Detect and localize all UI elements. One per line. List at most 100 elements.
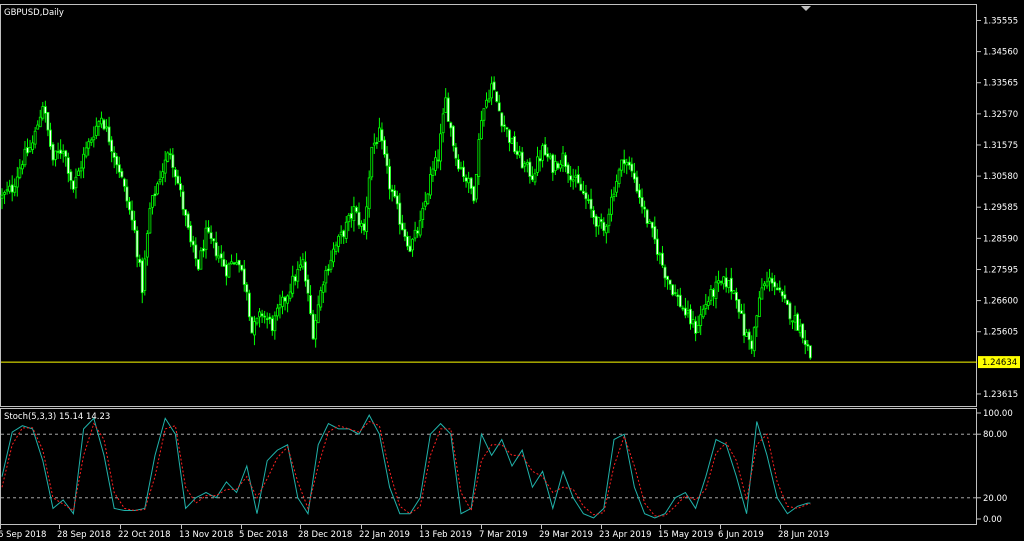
candle	[10, 175, 14, 202]
candle	[449, 121, 453, 137]
candle	[773, 275, 777, 296]
stoch-tick-label: 0.00	[983, 515, 1002, 525]
candle	[574, 169, 578, 188]
candle	[451, 125, 455, 152]
candle	[314, 314, 318, 348]
candle	[270, 315, 274, 336]
stoch-panel-frame	[0, 408, 977, 525]
candle	[564, 152, 567, 173]
candle	[145, 230, 149, 266]
candle	[253, 315, 256, 346]
candle	[125, 179, 129, 208]
candle	[337, 234, 341, 253]
candle	[714, 275, 718, 309]
candle	[357, 202, 361, 229]
candle	[612, 186, 616, 202]
price-tick-label: 1.25605	[983, 328, 1018, 338]
date-tick-label: 7 Mar 2019	[479, 530, 527, 540]
candle	[421, 202, 425, 229]
candle	[321, 281, 325, 304]
candle	[706, 296, 710, 310]
candle	[8, 179, 12, 194]
candle	[431, 160, 435, 183]
candle	[194, 237, 198, 267]
candle	[615, 174, 618, 198]
candle	[97, 120, 101, 137]
candle	[627, 156, 631, 170]
candle	[383, 136, 386, 158]
candle	[553, 154, 557, 175]
candle	[701, 304, 705, 319]
candle	[668, 279, 672, 290]
candle	[196, 259, 200, 271]
candle	[727, 280, 731, 294]
date-tick-label: 22 Jan 2019	[359, 530, 410, 540]
candle	[291, 265, 295, 298]
candle	[418, 210, 422, 238]
candle	[780, 289, 784, 302]
candle	[18, 159, 22, 180]
candle	[462, 160, 465, 182]
candle	[59, 139, 63, 159]
candle	[643, 200, 646, 218]
shift-marker-icon[interactable]	[801, 6, 811, 11]
price-axis: 1.35555 1.34560 1.33565 1.32570 1.31575 1.305…	[1, 16, 1020, 400]
candle	[13, 178, 17, 197]
candle	[163, 151, 167, 183]
candle	[793, 305, 797, 331]
candle	[316, 295, 320, 324]
candle	[533, 168, 537, 186]
candle	[755, 314, 759, 337]
candle	[411, 238, 414, 257]
candle	[278, 294, 282, 319]
candle	[143, 250, 147, 296]
candle	[286, 294, 290, 313]
candle	[732, 290, 736, 295]
candle	[51, 142, 55, 166]
candle	[186, 211, 190, 230]
candle	[332, 242, 335, 268]
candle	[61, 144, 65, 163]
candle	[166, 151, 170, 163]
candle	[729, 267, 733, 300]
candle	[686, 300, 690, 318]
candle	[237, 259, 241, 273]
candle	[663, 264, 667, 288]
candle	[717, 270, 720, 292]
candle	[176, 169, 180, 185]
candle	[763, 280, 766, 291]
candle	[128, 196, 131, 215]
candle	[219, 245, 223, 267]
candle	[100, 111, 103, 129]
candle	[752, 326, 756, 357]
candle	[559, 159, 562, 172]
candle	[561, 145, 565, 172]
candle	[38, 109, 42, 128]
chart-canvas[interactable]: 1.35555 1.34560 1.33565 1.32570 1.31575 1.305…	[0, 0, 1024, 541]
candle	[28, 139, 32, 153]
candle	[260, 309, 264, 324]
candle	[77, 167, 80, 176]
candle	[311, 309, 315, 341]
candle	[184, 209, 188, 227]
candle	[502, 115, 506, 132]
candle	[74, 168, 78, 199]
candle	[747, 328, 751, 350]
candle	[33, 127, 37, 149]
candle	[490, 76, 494, 106]
stoch-signal-line	[1, 420, 811, 517]
candle	[56, 142, 60, 159]
candle	[120, 168, 124, 179]
candle	[140, 257, 144, 304]
candle	[587, 194, 590, 204]
date-tick-label: 28 Dec 2018	[298, 530, 352, 540]
date-tick-label: 22 Oct 2018	[118, 530, 171, 540]
candle	[390, 184, 394, 202]
candle	[528, 157, 532, 184]
candle	[385, 146, 389, 174]
candle	[801, 323, 805, 344]
candle	[666, 275, 669, 290]
candle	[597, 216, 601, 235]
candle	[436, 149, 440, 169]
candle	[224, 260, 228, 286]
